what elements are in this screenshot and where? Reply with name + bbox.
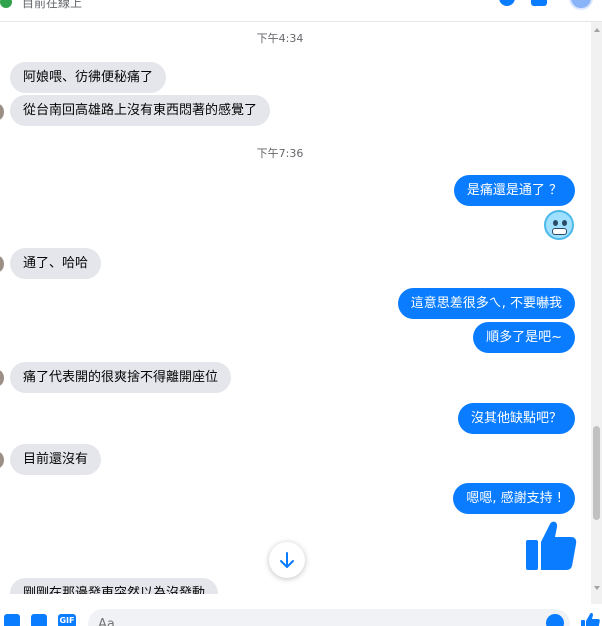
message-bubble-incoming[interactable]: 痛了代表開的很爽捨不得離開座位 <box>10 362 232 393</box>
scroll-up-arrow-icon[interactable] <box>594 28 600 32</box>
chat-scrollbar[interactable] <box>591 22 602 604</box>
message-bubble-incoming[interactable]: 通了、哈哈 <box>10 248 102 279</box>
message-bubble-incoming[interactable]: 阿娘喂、彷彿便秘痛了 <box>10 62 167 93</box>
video-call-icon[interactable] <box>531 0 547 6</box>
timestamp: 下午4:34 <box>256 32 304 45</box>
message-bubble-incoming[interactable]: 剛剛在那邊發東突然以為沒發動 <box>10 578 219 594</box>
online-status-icon <box>0 0 12 8</box>
message-bubble-outgoing[interactable]: 是痛還是通了 ？ <box>453 175 575 206</box>
chat-header: 目前在線上 <box>0 0 602 22</box>
contact-avatar[interactable] <box>569 0 593 10</box>
message-thread[interactable]: 下午4:34 阿娘喂、彷彿便秘痛了 從台南回高雄路上沒有東西悶著的感覺了 下午7… <box>0 22 591 594</box>
message-bubble-incoming[interactable]: 目前還沒有 <box>10 444 102 475</box>
emoji-picker-icon[interactable] <box>546 614 564 626</box>
messenger-chat-window: 目前在線上 下午4:34 阿娘喂、彷彿便秘痛了 從台南回高雄路上沒有東西悶著的感… <box>0 0 602 626</box>
sender-avatar <box>0 256 4 272</box>
grimace-emoji-sticker[interactable] <box>544 210 574 240</box>
message-input[interactable] <box>88 609 570 626</box>
arrow-down-icon <box>280 552 294 568</box>
message-bubble-outgoing[interactable]: 嗯嗯, 感謝支持 ! <box>453 483 575 514</box>
sender-avatar <box>0 370 4 386</box>
scrollbar-thumb[interactable] <box>593 426 600 520</box>
sticker-icon[interactable] <box>31 614 47 626</box>
message-composer: GIF <box>0 604 602 626</box>
like-button-icon[interactable] <box>580 612 600 626</box>
phone-icon[interactable] <box>499 0 515 6</box>
message-bubble-outgoing[interactable]: 沒其他缺點吧？ <box>457 403 575 434</box>
message-bubble-incoming[interactable]: 從台南回高雄路上沒有東西悶著的感覺了 <box>10 95 271 126</box>
sender-avatar <box>0 452 4 468</box>
gif-icon[interactable]: GIF <box>58 614 76 626</box>
message-bubble-outgoing[interactable]: 這意思差很多ㄟ, 不要嚇我 <box>397 288 575 319</box>
message-bubble-outgoing[interactable]: 順多了是吧~ <box>473 322 575 353</box>
timestamp: 下午7:36 <box>256 147 304 160</box>
sender-avatar <box>0 104 4 120</box>
photo-attach-icon[interactable] <box>4 614 20 626</box>
thumbs-up-sticker-icon[interactable] <box>524 520 578 572</box>
active-status-text: 目前在線上 <box>22 0 83 10</box>
scroll-down-arrow-icon[interactable] <box>594 586 600 590</box>
scroll-to-bottom-button[interactable] <box>269 542 305 578</box>
